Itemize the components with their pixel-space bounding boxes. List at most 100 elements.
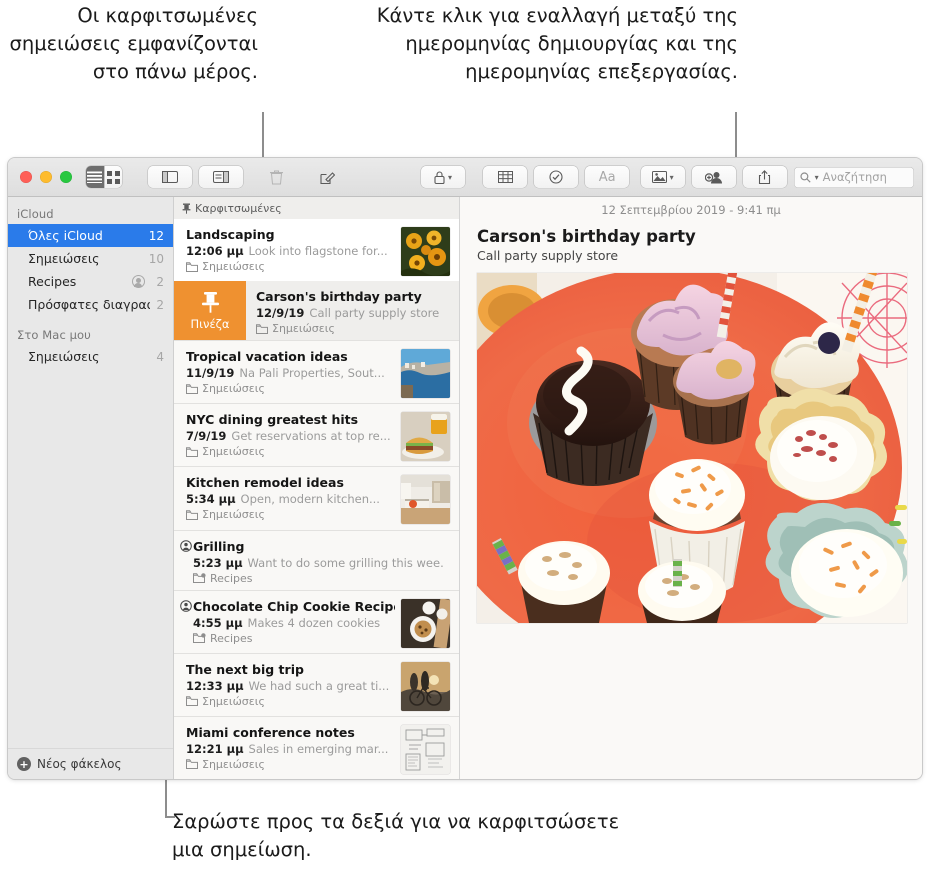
note-list-item[interactable]: Landscaping 12:06 μμ Look into flagstone … <box>174 219 459 282</box>
add-people-icon[interactable] <box>691 166 736 188</box>
note-item-folder-label: Σημειώσεις <box>202 757 265 771</box>
share-icon[interactable] <box>742 166 787 188</box>
note-list-item[interactable]: NYC dining greatest hits 7/9/19 Get reser… <box>174 404 459 468</box>
note-item-title: Tropical vacation ideas <box>186 349 348 365</box>
sidebar-item-recently-deleted[interactable]: Πρόσφατες διαγραφές 2 <box>8 293 173 316</box>
sidebar-item-label: Σημειώσεις <box>28 251 100 266</box>
sidebar-toggle-icon[interactable] <box>148 166 193 188</box>
note-item-meta: 7/9/19 Get reservations at top re... <box>186 429 395 443</box>
note-item-folder-label: Recipes <box>210 571 253 585</box>
note-item-title: Chocolate Chip Cookie Recipe <box>193 598 395 614</box>
folder-icon <box>256 323 268 334</box>
sidebar-item-all-icloud[interactable]: Όλες iCloud 12 <box>8 224 173 247</box>
note-item-title: Kitchen remodel ideas <box>186 475 344 491</box>
note-list[interactable]: Καρφιτσωμένες Landscaping 12:06 μμ Look i… <box>174 197 460 779</box>
swipe-pin-label: Πινέζα <box>190 316 230 331</box>
callout-date-toggle: Κάντε κλικ για εναλλαγή μεταξύ της ημερο… <box>376 4 738 83</box>
sidebar-item-recipes[interactable]: Recipes 2 <box>8 270 173 293</box>
checklist-icon[interactable] <box>534 166 579 188</box>
shared-note-icon <box>180 539 193 552</box>
note-item-snippet: We had such a great ti... <box>248 678 390 693</box>
note-item-time: 7/9/19 <box>186 429 227 444</box>
sidebar-section-header: iCloud <box>17 207 54 221</box>
format-text-label: Aa <box>598 169 616 185</box>
note-item-title: The next big trip <box>186 661 304 677</box>
new-folder-button[interactable]: + Νέος φάκελος <box>8 748 173 779</box>
note-item-text: Kitchen remodel ideas 5:34 μμ Open, moder… <box>186 475 401 521</box>
note-item-folder: Σημειώσεις <box>186 758 395 771</box>
note-item-snippet: Open, modern kitchen... <box>240 492 380 507</box>
note-date-toggle[interactable]: 12 Σεπτεμβρίου 2019 - 9:41 πμ <box>460 197 922 227</box>
swipe-pin-action[interactable]: Πινέζα <box>174 281 246 341</box>
sidebar-item-on-my-mac-notes[interactable]: Σημειώσεις 4 <box>8 345 173 368</box>
table-icon[interactable] <box>483 166 528 188</box>
lock-icon[interactable]: ▾ <box>421 166 465 188</box>
note-detail-body-line: Call party supply store <box>477 248 619 263</box>
sidebar-item-notes[interactable]: Σημειώσεις 10 <box>8 247 173 270</box>
pin-icon <box>201 291 220 314</box>
note-item-meta: 12:06 μμ Look into flagstone for... <box>186 244 395 258</box>
plus-icon: + <box>17 757 31 771</box>
note-list-item[interactable]: Tropical vacation ideas 11/9/19 Na Pali P… <box>174 341 459 405</box>
note-attachment-photo[interactable] <box>477 273 907 623</box>
note-item-folder: Σημειώσεις <box>186 260 395 273</box>
note-item-snippet: Want to do some grilling this wee... <box>247 555 444 570</box>
pinned-section-header: Καρφιτσωμένες <box>174 197 459 219</box>
minimize-button[interactable] <box>40 171 52 183</box>
folder-icon <box>186 759 198 770</box>
note-item-time: 4:55 μμ <box>193 615 243 630</box>
note-thumbnail <box>401 349 450 399</box>
attachments-browser-icon[interactable] <box>199 166 244 188</box>
chevron-down-icon[interactable]: ▾ <box>448 173 452 182</box>
shared-folder-icon <box>132 275 145 288</box>
note-thumbnail <box>401 598 450 648</box>
note-item-text: The next big trip 12:33 μμ We had such a … <box>186 662 401 708</box>
compose-note-icon[interactable] <box>306 166 350 188</box>
note-item-title: NYC dining greatest hits <box>186 412 359 428</box>
note-item-folder-label: Σημειώσεις <box>272 322 335 336</box>
note-list-item[interactable]: Kitchen remodel ideas 5:34 μμ Open, moder… <box>174 467 459 531</box>
window-controls <box>20 171 72 183</box>
note-list-item-selected[interactable]: Πινέζα Carson's birthday party 12/9/19 Ca… <box>174 281 459 342</box>
note-item-folder-label: Σημειώσεις <box>202 382 265 396</box>
folder-icon <box>186 510 198 520</box>
search-input[interactable]: ▾ Αναζήτηση <box>793 166 914 188</box>
note-item-title: Miami conference notes <box>186 724 355 740</box>
note-detail-panel[interactable]: 12 Σεπτεμβρίου 2019 - 9:41 πμ Carson's b… <box>460 197 922 779</box>
search-scope-chevron-icon[interactable]: ▾ <box>815 173 819 182</box>
sidebar: iCloud Όλες iCloud 12 Σημειώσεις 10 Reci… <box>8 197 174 779</box>
view-mode-segmented-control[interactable] <box>86 166 123 188</box>
close-button[interactable] <box>20 171 32 183</box>
note-list-item[interactable]: Grilling 5:23 μμ Want to do some grilling… <box>174 530 459 591</box>
note-list-item[interactable]: Chocolate Chip Cookie Recipe 4:55 μμ Make… <box>174 590 459 654</box>
list-view-icon[interactable] <box>86 166 104 188</box>
format-text-button[interactable]: Aa <box>585 166 630 188</box>
note-item-snippet: Sales in emerging mar... <box>248 741 389 756</box>
note-item-title: Landscaping <box>186 227 275 242</box>
note-item-time: 11/9/19 <box>186 366 235 381</box>
sidebar-item-count: 12 <box>148 228 164 243</box>
sidebar-item-label: Όλες iCloud <box>28 228 103 243</box>
chevron-down-icon[interactable]: ▾ <box>670 173 674 182</box>
note-list-item[interactable]: The next big trip 12:33 μμ We had such a … <box>174 653 459 717</box>
note-thumbnail <box>401 475 450 525</box>
toolbar: ▾ Aa ▾ ▾ Αναζήτηση <box>8 158 922 197</box>
folder-icon <box>186 696 198 707</box>
media-icon[interactable]: ▾ <box>640 166 685 188</box>
shared-folder-icon <box>193 573 206 584</box>
note-item-snippet: Get reservations at top re... <box>231 429 391 444</box>
zoom-button[interactable] <box>60 171 72 183</box>
sidebar-item-count: 4 <box>156 349 164 364</box>
note-item-time: 12:33 μμ <box>186 678 244 693</box>
pinned-section-label: Καρφιτσωμένες <box>195 201 282 215</box>
notes-app-window: ▾ Aa ▾ ▾ Αναζήτηση iCloud Όλες iCloud 12… <box>8 158 922 779</box>
pin-icon <box>182 203 191 214</box>
note-item-meta: 12:21 μμ Sales in emerging mar... <box>186 742 395 756</box>
sidebar-list: iCloud Όλες iCloud 12 Σημειώσεις 10 Reci… <box>8 197 173 748</box>
note-item-text: Carson's birthday party 12/9/19 Call part… <box>256 289 450 335</box>
note-item-snippet: Makes 4 dozen cookies <box>247 615 381 630</box>
trash-icon[interactable] <box>255 166 299 188</box>
note-list-item[interactable]: Miami conference notes 12:21 μμ Sales in … <box>174 716 459 779</box>
search-icon <box>800 171 811 183</box>
gallery-view-icon[interactable] <box>103 166 123 188</box>
